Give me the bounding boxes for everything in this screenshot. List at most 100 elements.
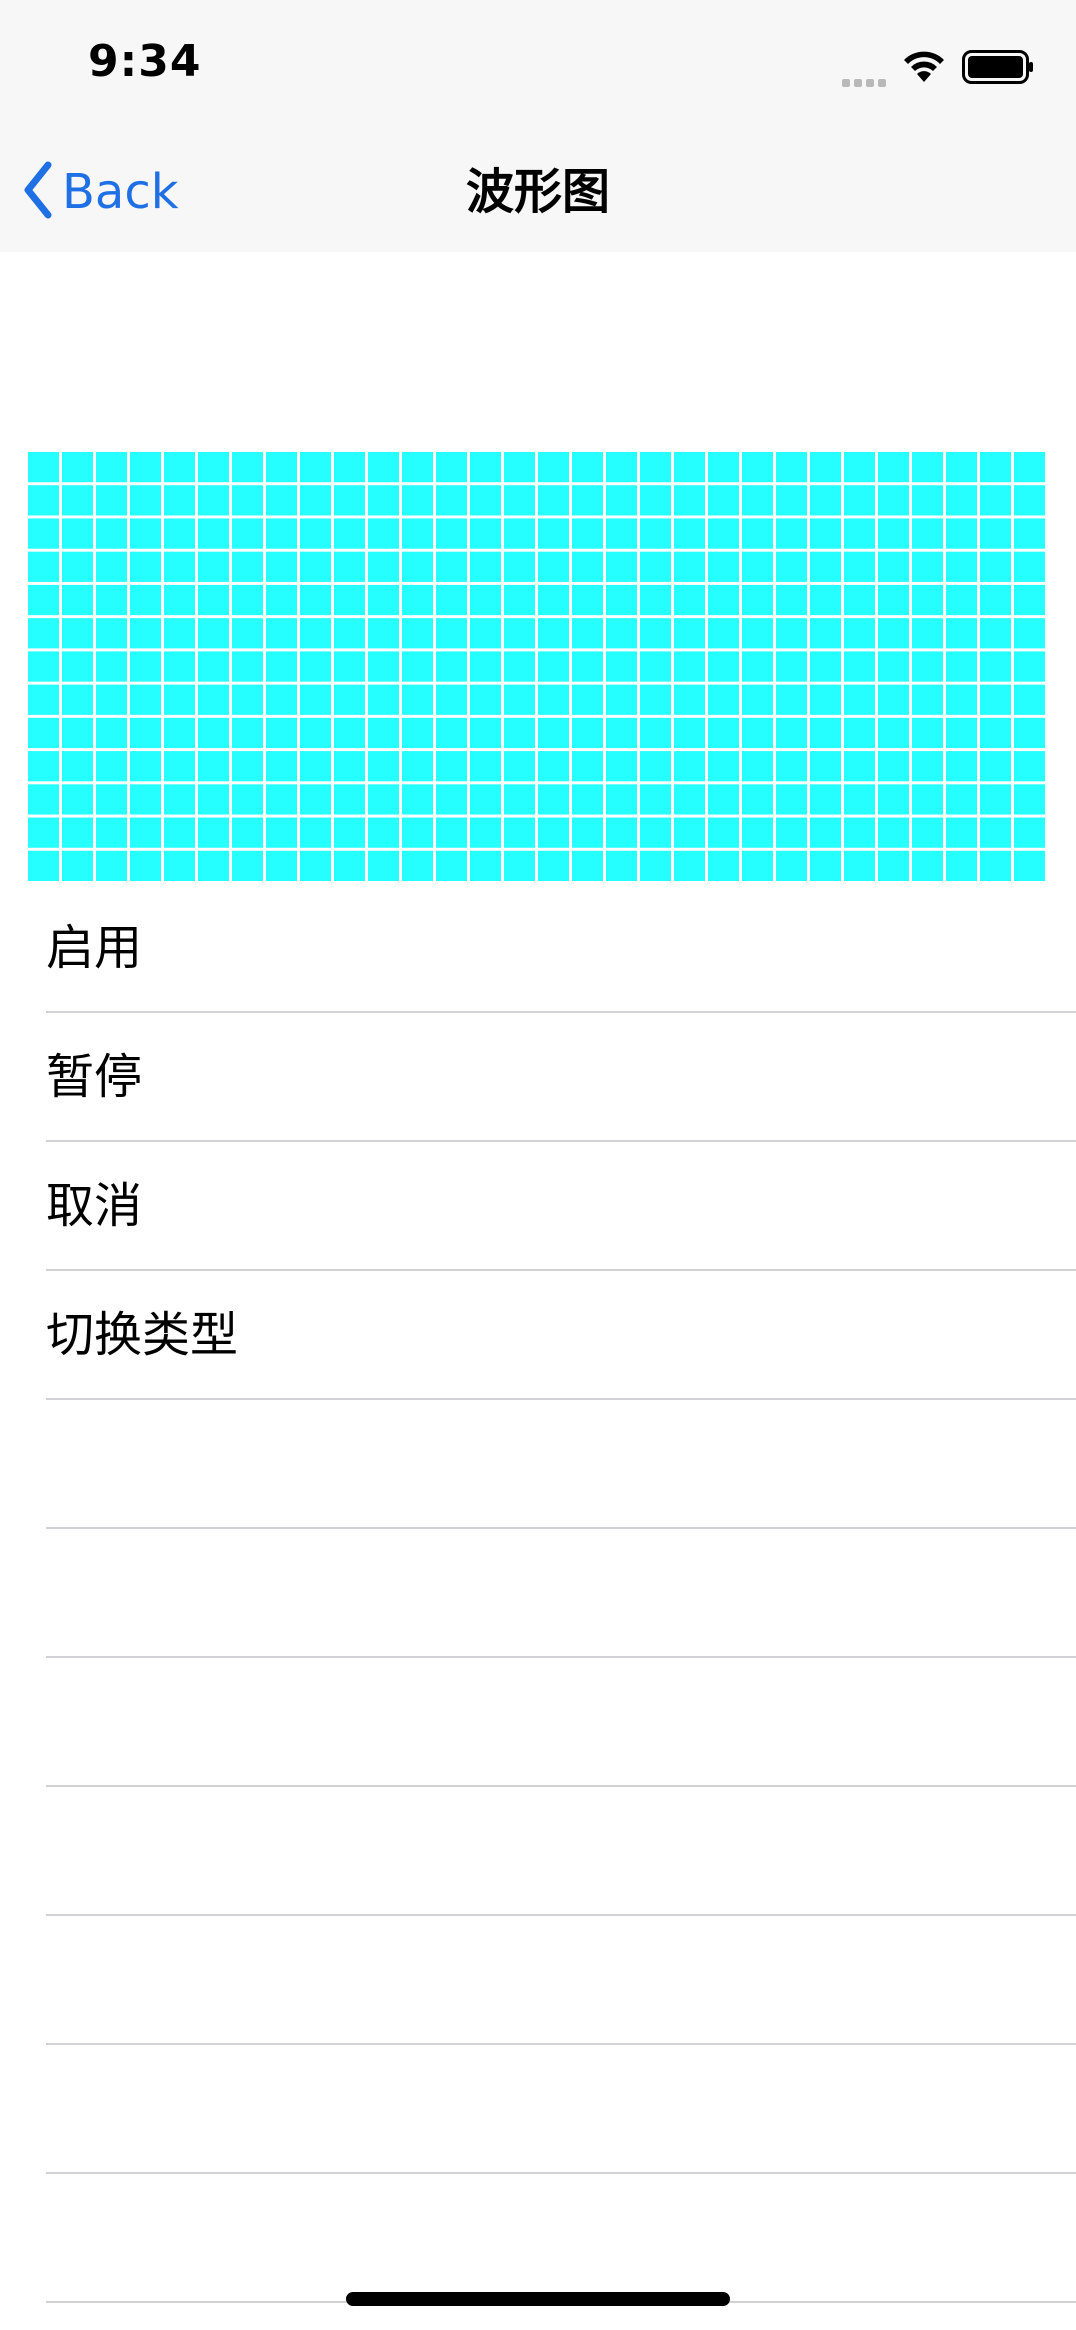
- waveform-cell: [606, 485, 637, 516]
- waveform-cell: [436, 817, 467, 848]
- waveform-cell: [640, 850, 671, 881]
- waveform-cell: [198, 717, 229, 749]
- waveform-cell: [436, 452, 467, 483]
- waveform-cell: [198, 817, 229, 848]
- waveform-cell: [368, 518, 399, 549]
- waveform-cell: [164, 485, 195, 516]
- waveform-cell: [470, 751, 501, 782]
- waveform-cell: [572, 618, 603, 649]
- waveform-cell: [674, 684, 705, 715]
- waveform-cell: [980, 551, 1011, 582]
- waveform-cell: [164, 584, 195, 616]
- waveform-cell: [1014, 717, 1045, 749]
- list-item[interactable]: [46, 2174, 1076, 2303]
- waveform-cell: [1014, 817, 1045, 848]
- waveform-cell: [742, 850, 773, 881]
- waveform-cell: [538, 485, 569, 516]
- waveform-cell: [368, 452, 399, 483]
- waveform-cell: [1014, 518, 1045, 549]
- waveform-cell: [708, 651, 739, 682]
- waveform-cell: [776, 717, 807, 749]
- waveform-cell: [912, 551, 943, 582]
- list-item[interactable]: 启用: [46, 884, 1076, 1013]
- waveform-cell: [368, 651, 399, 682]
- waveform-cell: [572, 518, 603, 549]
- waveform-cell: [1014, 551, 1045, 582]
- list-item[interactable]: [46, 1400, 1076, 1529]
- list-item[interactable]: [46, 1916, 1076, 2045]
- waveform-cell: [130, 485, 161, 516]
- list-item[interactable]: [46, 1787, 1076, 1916]
- waveform-cell: [572, 684, 603, 715]
- waveform-cell: [368, 717, 399, 749]
- waveform-cell: [606, 518, 637, 549]
- waveform-cell: [62, 485, 93, 516]
- waveform-cell: [300, 850, 331, 881]
- list-item-label: 取消: [46, 1178, 143, 1234]
- list-item[interactable]: 取消: [46, 1142, 1076, 1271]
- list-item[interactable]: [46, 1529, 1076, 1658]
- waveform-cell: [62, 684, 93, 715]
- waveform-cell: [232, 485, 263, 516]
- waveform-cell: [878, 452, 909, 483]
- waveform-cell: [130, 651, 161, 682]
- waveform-cell: [130, 618, 161, 649]
- waveform-cell: [368, 584, 399, 616]
- waveform-cell: [980, 618, 1011, 649]
- waveform-cell: [708, 817, 739, 848]
- waveform-cell: [538, 751, 569, 782]
- waveform-cell: [130, 584, 161, 616]
- waveform-cell: [62, 452, 93, 483]
- waveform-cell: [436, 584, 467, 616]
- waveform-cell: [776, 850, 807, 881]
- waveform-cell: [708, 551, 739, 582]
- waveform-cell: [776, 485, 807, 516]
- waveform-grid: [28, 452, 1048, 884]
- list-item[interactable]: [46, 2045, 1076, 2174]
- waveform-cell: [402, 784, 433, 815]
- waveform-cell: [912, 485, 943, 516]
- waveform-cell: [878, 518, 909, 549]
- waveform-cell: [810, 784, 841, 815]
- waveform-cell: [1014, 684, 1045, 715]
- waveform-cell: [130, 551, 161, 582]
- waveform-cell: [504, 751, 535, 782]
- waveform-cell: [266, 850, 297, 881]
- waveform-cell: [266, 784, 297, 815]
- waveform-cell: [538, 784, 569, 815]
- waveform-cell: [300, 717, 331, 749]
- waveform-cell: [266, 684, 297, 715]
- list-item-label: 暂停: [46, 1049, 143, 1105]
- waveform-cell: [946, 784, 977, 815]
- home-indicator: [346, 2292, 730, 2306]
- waveform-cell: [96, 850, 127, 881]
- list-item[interactable]: [46, 1658, 1076, 1787]
- waveform-cell: [164, 651, 195, 682]
- waveform-cell: [844, 784, 875, 815]
- waveform-cell: [368, 850, 399, 881]
- waveform-cell: [776, 518, 807, 549]
- waveform-cell: [164, 551, 195, 582]
- waveform-cell: [96, 784, 127, 815]
- waveform-cell: [164, 850, 195, 881]
- waveform-cell: [198, 751, 229, 782]
- waveform-cell: [946, 485, 977, 516]
- waveform-cell: [606, 452, 637, 483]
- waveform-cell: [232, 518, 263, 549]
- waveform-cell: [946, 817, 977, 848]
- waveform-cell: [640, 817, 671, 848]
- list-item[interactable]: 切换类型: [46, 1271, 1076, 1400]
- waveform-cell: [946, 584, 977, 616]
- waveform-cell: [878, 618, 909, 649]
- waveform-cell: [402, 551, 433, 582]
- waveform-cell: [470, 784, 501, 815]
- list-item[interactable]: 暂停: [46, 1013, 1076, 1142]
- waveform-cell: [980, 485, 1011, 516]
- waveform-cell: [946, 684, 977, 715]
- waveform-cell: [674, 651, 705, 682]
- waveform-cell: [708, 452, 739, 483]
- waveform-cell: [572, 817, 603, 848]
- waveform-cell: [28, 618, 59, 649]
- waveform-cell: [572, 784, 603, 815]
- page-title: 波形图: [465, 164, 610, 220]
